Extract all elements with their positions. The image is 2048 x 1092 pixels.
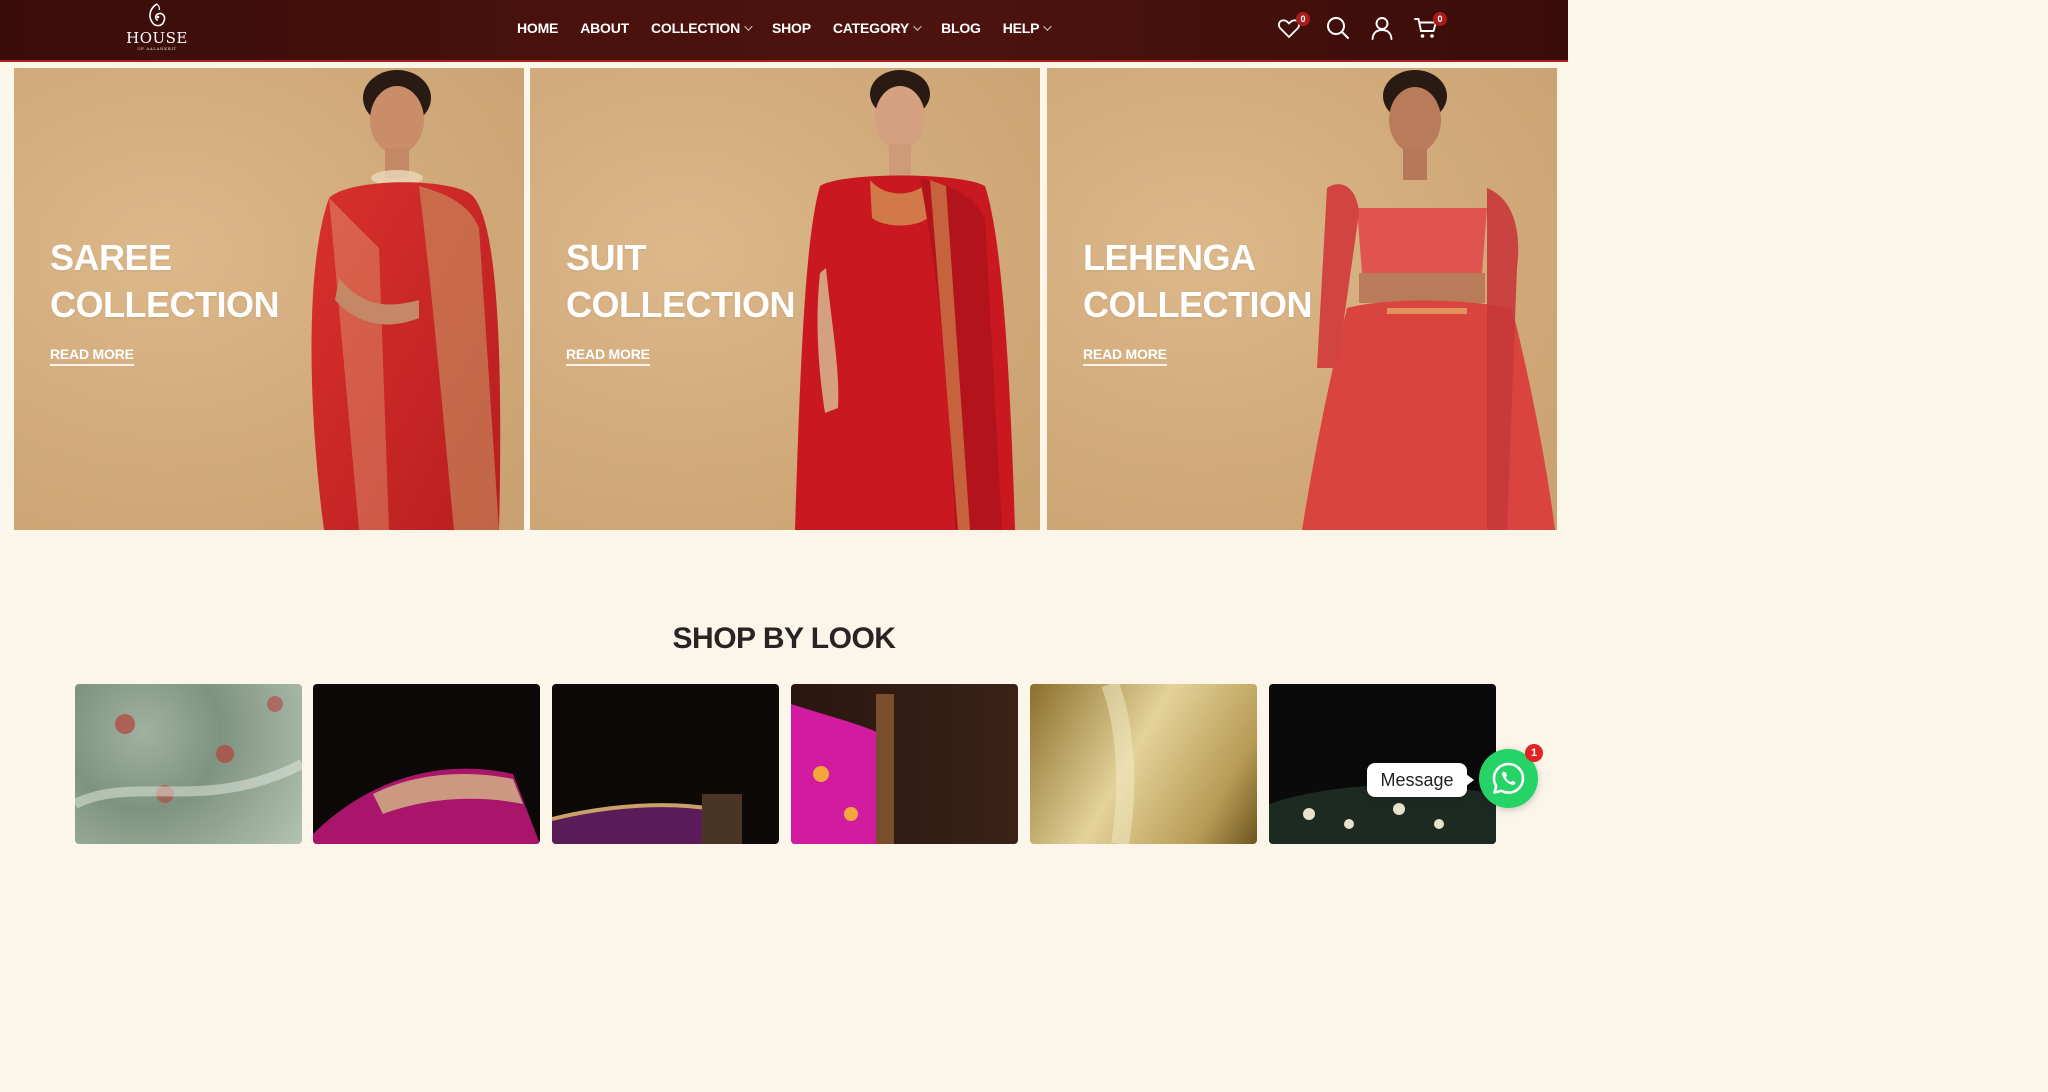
brand-tagline: OF AALANKRIT — [137, 46, 177, 51]
nav-blog[interactable]: BLOG — [941, 20, 981, 36]
wishlist-button[interactable]: 0 — [1276, 12, 1310, 41]
magenta-dupatta-fabric-image — [791, 694, 894, 844]
look-card[interactable] — [313, 684, 540, 844]
whatsapp-icon — [1492, 762, 1525, 794]
banner-saree-title-line1: SAREE — [50, 237, 172, 278]
collection-banners: SAREE COLLECTION READ MORE SUIT COLLECTI… — [14, 68, 1557, 530]
brand-logo[interactable]: HOUSE OF AALANKRIT — [124, 2, 190, 58]
search-icon — [1327, 17, 1349, 39]
nav-home-label: HOME — [517, 20, 559, 36]
banner-lehenga-title-line1: LEHENGA — [1083, 237, 1256, 278]
look-card[interactable] — [75, 684, 302, 844]
nav-blog-label: BLOG — [941, 20, 981, 36]
pink-brocade-fabric-image — [313, 768, 540, 844]
chevron-down-icon — [1043, 22, 1052, 31]
look-card[interactable] — [791, 684, 1018, 844]
nav-help-label: HELP — [1002, 20, 1040, 36]
purple-saree-fabric-image — [552, 794, 742, 844]
gold-brocade-fabric-image — [1101, 684, 1135, 844]
lehenga-model-image — [1302, 70, 1555, 530]
chevron-down-icon — [744, 22, 753, 31]
banner-suit-title-line2: COLLECTION — [566, 284, 795, 325]
main-nav: HOME ABOUT COLLECTION SHOP CATEGORY BLOG… — [517, 18, 1071, 38]
saree-model-image — [311, 70, 501, 530]
nav-shop-label: SHOP — [771, 20, 811, 36]
banner-lehenga-title: LEHENGA COLLECTION — [1083, 234, 1312, 328]
banner-suit[interactable]: SUIT COLLECTION READ MORE — [530, 68, 1040, 530]
nav-category[interactable]: CATEGORY — [832, 20, 922, 36]
banner-lehenga[interactable]: LEHENGA COLLECTION READ MORE — [1047, 68, 1557, 530]
chevron-down-icon — [913, 22, 922, 31]
banner-saree-title-line2: COLLECTION — [50, 284, 279, 325]
user-icon — [1371, 17, 1393, 40]
nav-about-label: ABOUT — [580, 20, 629, 36]
banner-saree-title: SAREE COLLECTION — [50, 234, 279, 328]
look-card[interactable] — [552, 684, 779, 844]
nav-home[interactable]: HOME — [517, 20, 558, 36]
account-button[interactable] — [1369, 15, 1395, 41]
search-button[interactable] — [1325, 15, 1351, 41]
nav-help[interactable]: HELP — [1002, 20, 1052, 36]
banner-saree[interactable]: SAREE COLLECTION READ MORE — [14, 68, 524, 530]
banner-lehenga-read-more-link[interactable]: READ MORE — [1083, 346, 1167, 366]
chat-unread-badge: 1 — [1525, 744, 1543, 762]
brand-name: HOUSE — [126, 29, 188, 47]
banner-suit-title-line1: SUIT — [566, 237, 647, 278]
banner-suit-title: SUIT COLLECTION — [566, 234, 795, 328]
suit-model-image — [795, 70, 1015, 530]
cart-button[interactable]: 0 — [1413, 12, 1447, 41]
nav-collection[interactable]: COLLECTION — [650, 20, 753, 36]
banner-suit-read-more-link[interactable]: READ MORE — [566, 346, 650, 366]
nav-shop[interactable]: SHOP — [772, 20, 811, 36]
chat-message-bubble[interactable]: Message — [1367, 763, 1474, 797]
shop-by-look-title: SHOP BY LOOK — [672, 622, 896, 655]
cart-count-badge: 0 — [1433, 12, 1447, 26]
paisley-logo-icon — [149, 3, 166, 27]
wishlist-count-badge: 0 — [1296, 12, 1310, 26]
banner-lehenga-title-line2: COLLECTION — [1083, 284, 1312, 325]
nav-collection-label: COLLECTION — [650, 20, 740, 36]
nav-category-label: CATEGORY — [832, 20, 910, 36]
nav-about[interactable]: ABOUT — [580, 20, 629, 36]
banner-saree-read-more-link[interactable]: READ MORE — [50, 346, 134, 366]
site-header: HOUSE OF AALANKRIT HOME ABOUT COLLECTION… — [0, 0, 1568, 62]
green-silk-fabric-image — [75, 696, 302, 809]
look-card[interactable] — [1030, 684, 1257, 844]
